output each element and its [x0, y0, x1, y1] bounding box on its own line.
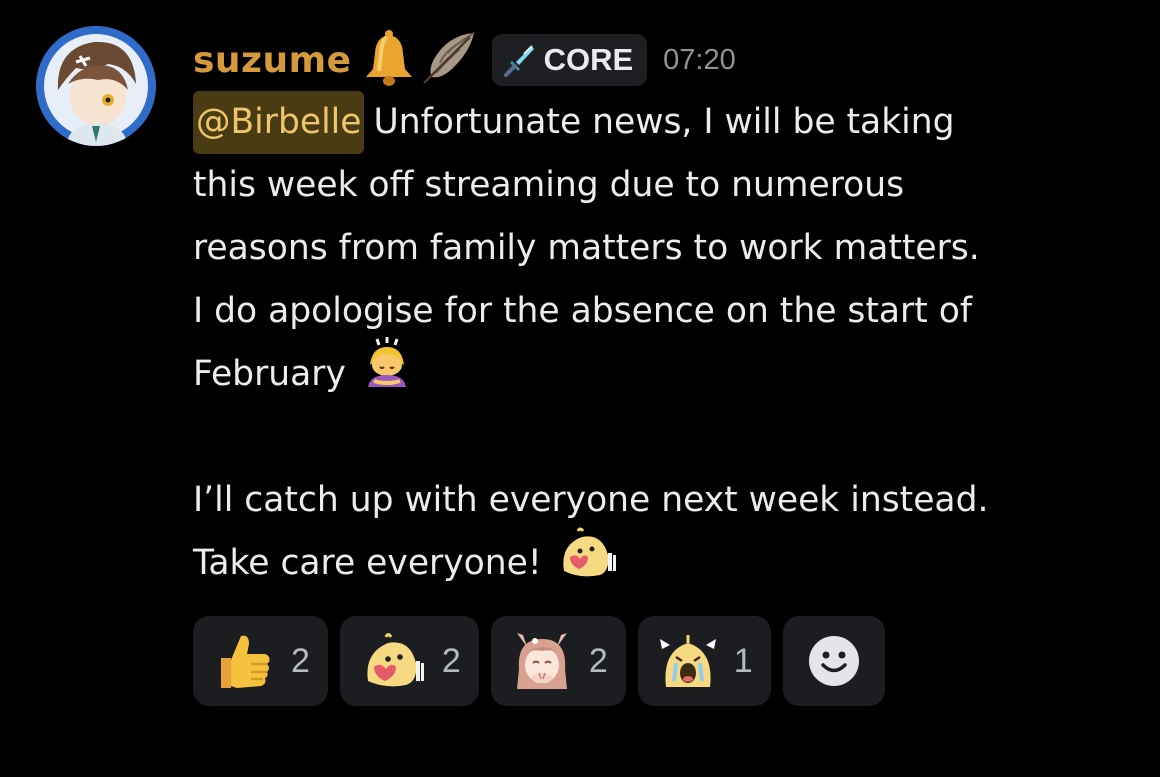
reactions-bar: 2 2 2 1: [193, 616, 885, 706]
message-text: this week off streaming due to numerous: [193, 165, 905, 205]
timestamp[interactable]: 07:20: [663, 44, 736, 77]
bell-icon: [360, 29, 418, 91]
anime-girl-emote-icon: [516, 633, 567, 689]
user-avatar[interactable]: [36, 26, 156, 146]
role-label: CORE: [543, 42, 634, 77]
message-line: @Birbelle Unfortunate news, I will be ta…: [193, 91, 1143, 154]
bird-heart-emote-icon: [367, 633, 424, 687]
role-tag[interactable]: CORE: [491, 34, 648, 86]
bird-heart-emote-icon: [556, 527, 618, 600]
user-mention[interactable]: @Birbelle: [193, 91, 365, 154]
message-line: this week off streaming due to numerous: [193, 154, 1143, 217]
message-line: I’ll catch up with everyone next week in…: [193, 469, 1143, 532]
message-text: Take care everyone!: [193, 543, 542, 583]
message-content: @Birbelle Unfortunate news, I will be ta…: [193, 91, 1143, 595]
message-line: I do apologise for the absence on the st…: [193, 280, 1143, 343]
reaction-thumbs-up[interactable]: 2: [193, 616, 328, 706]
message: suzume CORE 07:20 @Birbelle Unfortunate …: [193, 22, 1143, 595]
bowing-person-icon: [360, 337, 414, 412]
message-text: reasons from family matters to work matt…: [193, 228, 980, 268]
reaction-anime-girl[interactable]: 2: [490, 616, 626, 706]
message-line: Take care everyone!: [193, 527, 1143, 595]
username[interactable]: suzume: [193, 40, 352, 81]
smiley-icon: [808, 636, 859, 686]
reaction-count: 1: [733, 641, 753, 680]
thumbs-up-icon: [221, 635, 270, 688]
message-line: reasons from family matters to work matt…: [193, 217, 1143, 280]
sword-icon: [503, 45, 534, 77]
message-text: I do apologise for the absence on the st…: [193, 291, 972, 331]
reaction-count: 2: [291, 641, 310, 680]
message-line-blank: [193, 406, 1143, 469]
reaction-count: 2: [588, 641, 608, 680]
reaction-bird-heart[interactable]: 2: [339, 616, 479, 706]
message-header: suzume CORE 07:20: [193, 22, 1143, 98]
reaction-crying-bird[interactable]: 1: [637, 616, 771, 706]
message-text: February: [193, 354, 346, 394]
feather-icon: [418, 29, 478, 91]
add-reaction-button[interactable]: [782, 616, 885, 706]
message-text: I’ll catch up with everyone next week in…: [193, 480, 989, 520]
reaction-count: 2: [441, 641, 461, 680]
message-text: Unfortunate news, I will be taking: [373, 102, 955, 142]
avatar-image: [36, 26, 156, 146]
message-line: February: [193, 337, 1143, 406]
crying-bird-emote-icon: [659, 635, 716, 687]
